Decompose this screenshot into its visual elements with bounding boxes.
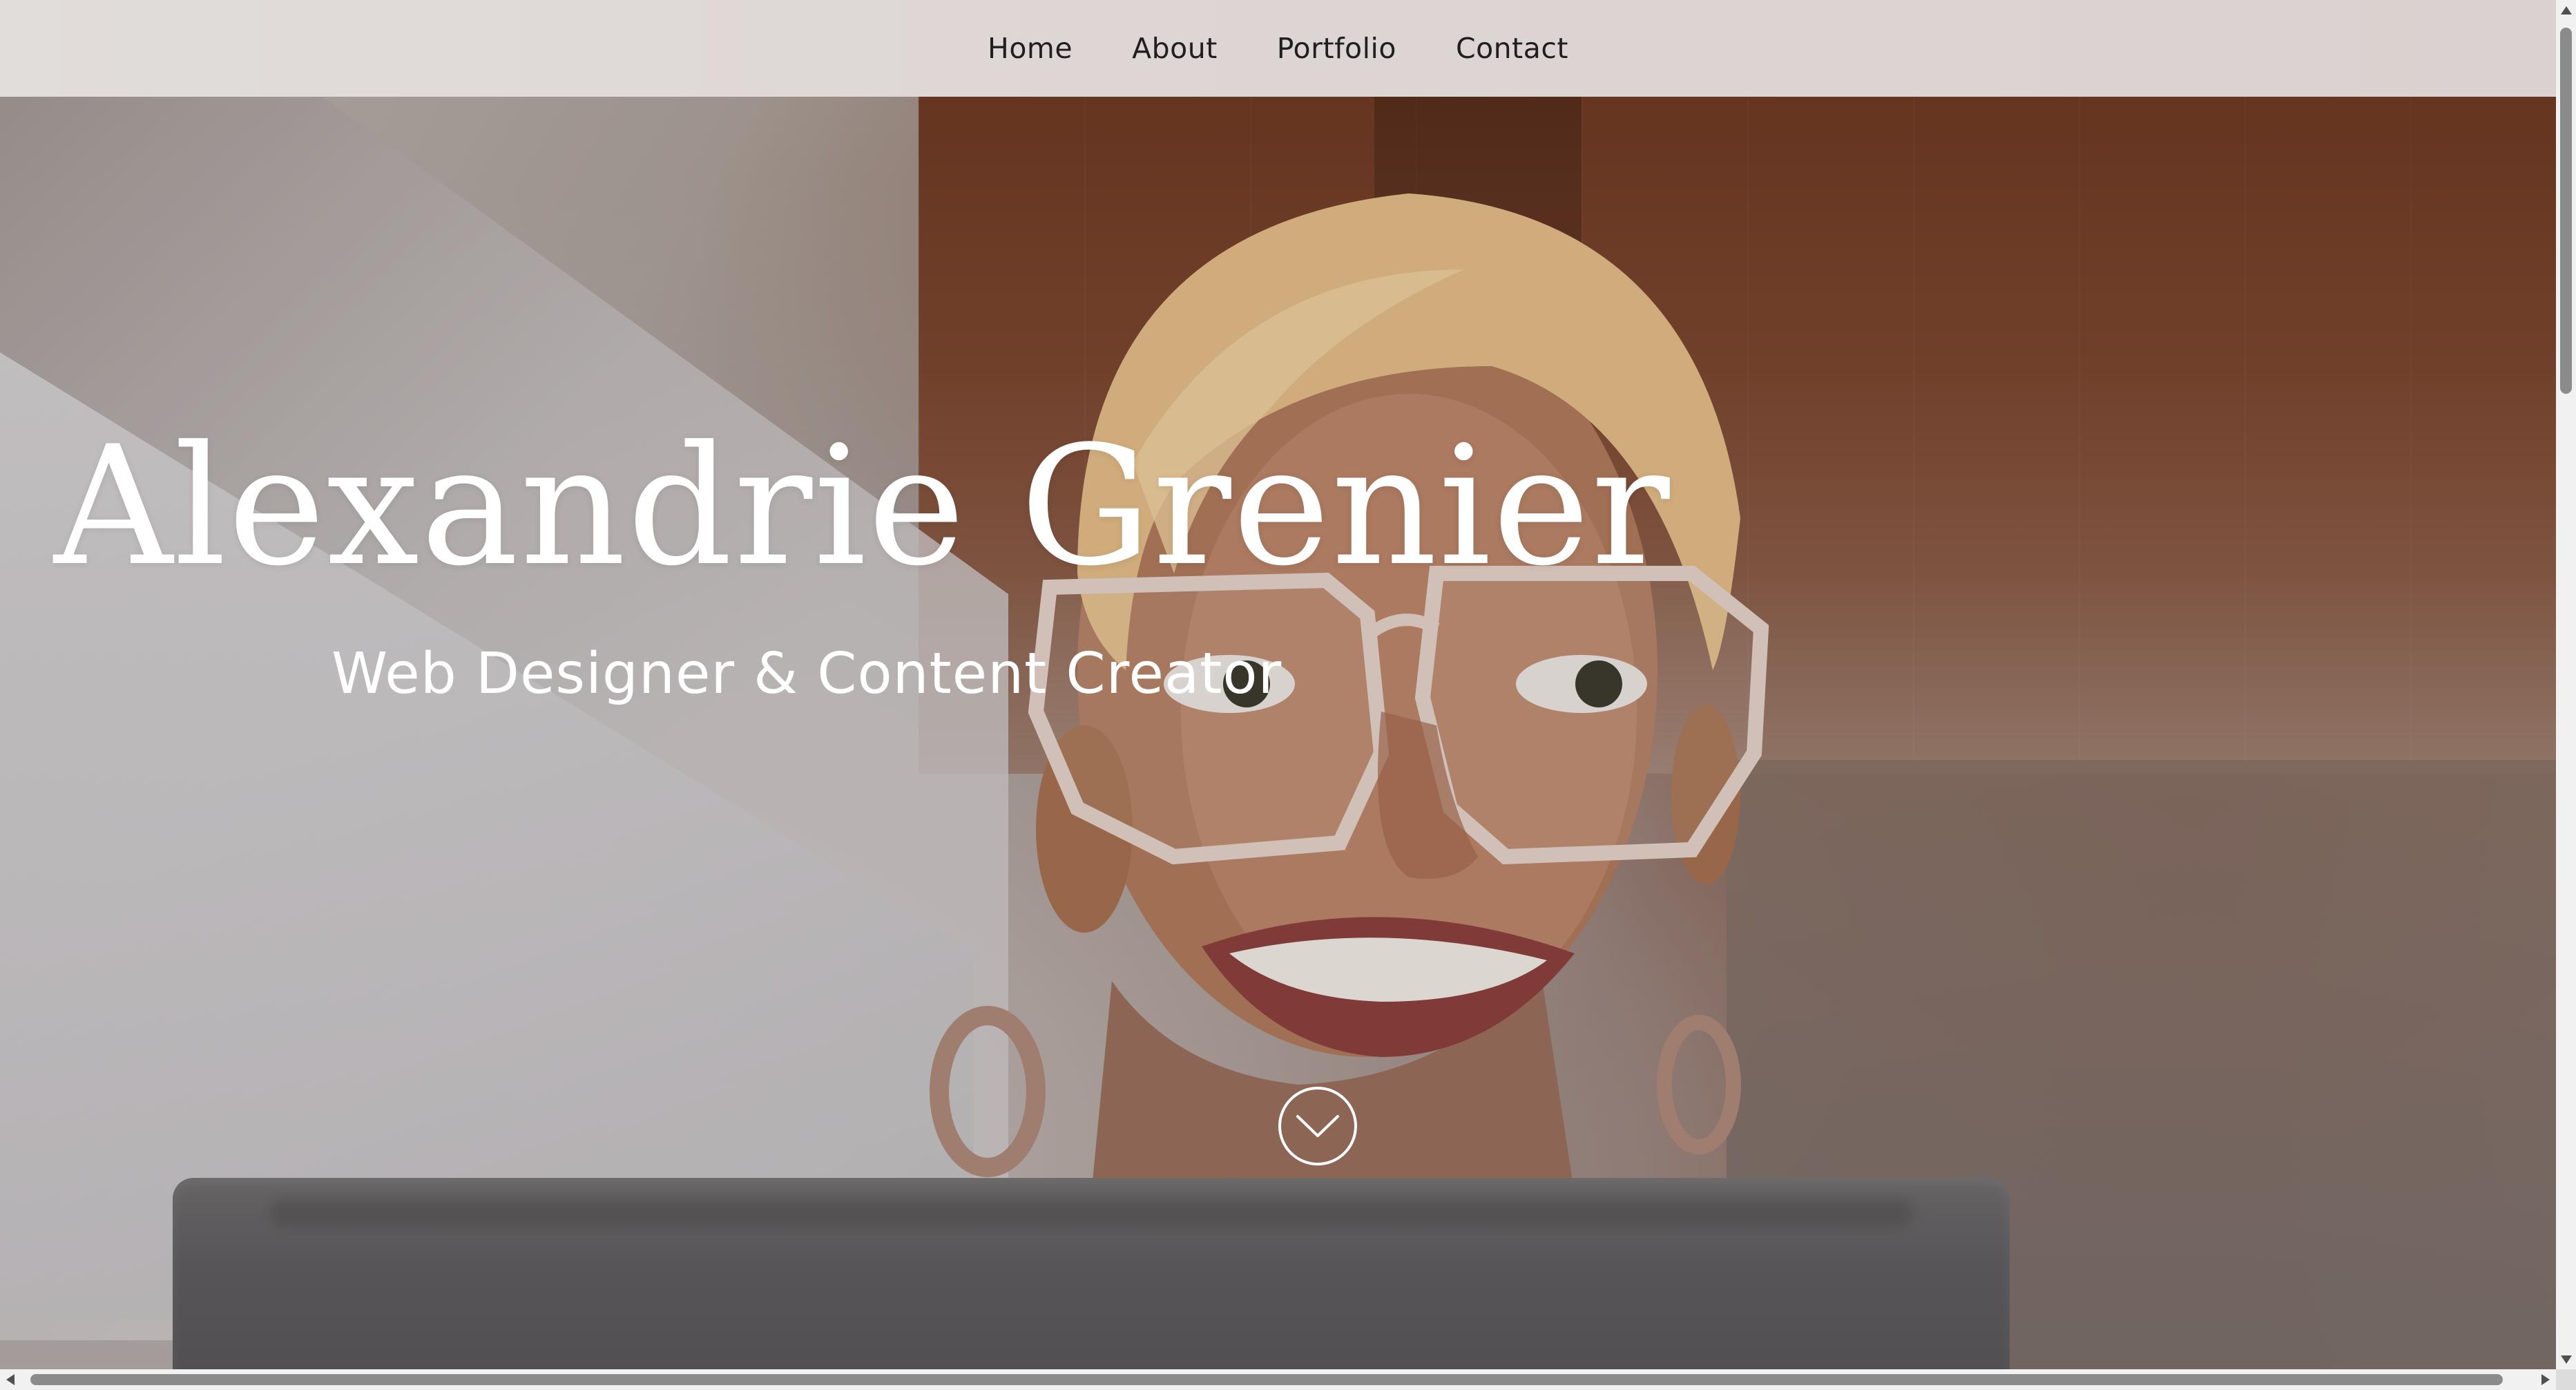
scroll-up-arrow-icon[interactable] (2556, 0, 2576, 20)
scroll-down-arrow-icon[interactable] (2556, 1349, 2576, 1369)
horizontal-scrollbar[interactable] (0, 1369, 2556, 1390)
browser-viewport: Alexandrie Grenier Web Designer & Conten… (0, 0, 2576, 1390)
hero-title: Alexandrie Grenier (54, 411, 1671, 602)
scrollbar-corner (2556, 1369, 2576, 1390)
vertical-scrollbar[interactable] (2556, 0, 2576, 1369)
hero-section: Alexandrie Grenier Web Designer & Conten… (0, 0, 2556, 1369)
chevron-down-icon (1296, 1115, 1339, 1137)
top-navigation: Home About Portfolio Contact (0, 0, 2556, 97)
nav-link-contact[interactable]: Contact (1453, 25, 1571, 72)
nav-link-about[interactable]: About (1129, 25, 1220, 72)
hero-subtitle: Web Designer & Content Creator (331, 641, 1282, 707)
scroll-left-arrow-icon[interactable] (0, 1369, 21, 1390)
vertical-scrollbar-thumb[interactable] (2560, 28, 2572, 394)
nav-link-home[interactable]: Home (985, 25, 1075, 72)
horizontal-scrollbar-thumb[interactable] (30, 1374, 2503, 1385)
scroll-down-button[interactable] (1278, 1087, 1357, 1165)
scroll-right-arrow-icon[interactable] (2535, 1369, 2556, 1390)
nav-link-portfolio[interactable]: Portfolio (1274, 25, 1399, 72)
